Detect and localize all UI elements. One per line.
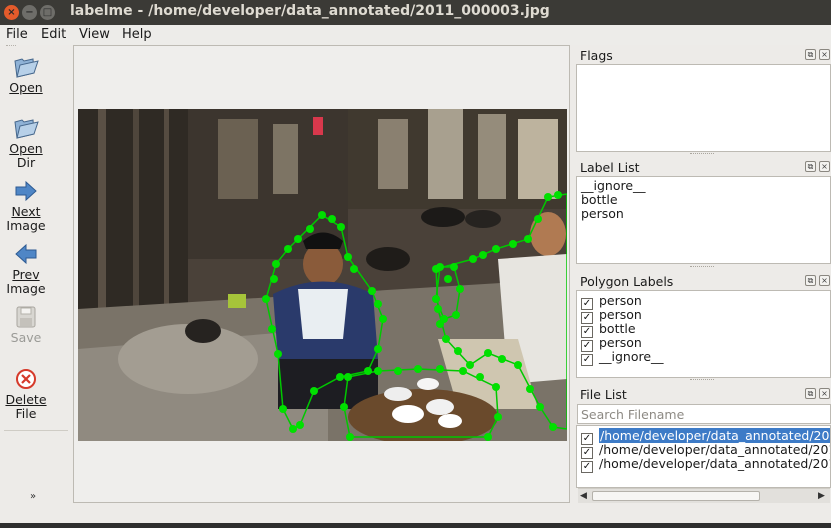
polygon-label-text: bottle [599, 321, 636, 336]
label-list-item[interactable]: __ignore__ [581, 178, 646, 193]
file-path: /home/developer/data_annotated/2011 [599, 456, 831, 471]
prev-image-button[interactable]: Prev Image [0, 242, 52, 296]
polygon-label-row[interactable]: ✓ person [581, 335, 642, 352]
polygon-label-text: person [599, 307, 642, 322]
dock-close-icon[interactable]: × [819, 275, 830, 286]
menu-bar: File Edit View Help [0, 25, 831, 45]
label-list-item[interactable]: bottle [581, 192, 618, 207]
polygon-label-row[interactable]: ✓ bottle [581, 321, 636, 338]
save-label: Save [10, 330, 42, 345]
file-list-item[interactable]: ✓/home/developer/data_annotated/2011 [581, 428, 830, 445]
dock-close-icon[interactable]: × [819, 388, 830, 399]
checkbox[interactable]: ✓ [581, 354, 593, 366]
open-button[interactable]: Open [0, 55, 52, 95]
close-icon: × [7, 7, 16, 18]
search-filename-input[interactable] [577, 404, 831, 424]
checkbox[interactable]: ✓ [581, 461, 593, 473]
file-list-item[interactable]: ✓/home/developer/data_annotated/2011 [581, 442, 831, 459]
polygon-labels-list: ✓ person ✓ person ✓ bottle ✓ person ✓ __ignor… [576, 290, 831, 378]
dock-float-icon[interactable]: ⧉ [805, 161, 816, 172]
delete-icon [16, 369, 36, 389]
menu-file[interactable]: File [6, 27, 28, 42]
arrow-right-icon [15, 180, 37, 202]
menu-edit[interactable]: Edit [41, 27, 66, 42]
dock-float-icon[interactable]: ⧉ [805, 388, 816, 399]
prev-image-label-line2: Image [6, 281, 46, 296]
dock-splitter[interactable] [690, 379, 714, 383]
title-bar: × − □ labelme - /home/developer/data_ann… [0, 0, 831, 25]
file-list-horizontal-scrollbar[interactable]: ◀ ▶ [578, 488, 830, 503]
polygon-label-text: __ignore__ [599, 349, 664, 364]
folder-open-icon [14, 119, 39, 139]
file-list-dock-buttons: ⧉ × [805, 388, 831, 400]
toolbar-divider [4, 430, 68, 431]
flags-dock-title: Flags [580, 48, 613, 63]
minimize-icon: − [25, 7, 34, 18]
flags-dock-buttons: ⧉ × [805, 49, 831, 61]
delete-file-label-line2: File [15, 406, 37, 421]
main-area: Open Open Dir Next Image Prev Image Save… [0, 45, 831, 523]
polygon-label-row[interactable]: ✓ __ignore__ [581, 349, 664, 366]
arrow-left-icon [15, 243, 37, 265]
scroll-left-icon[interactable]: ◀ [580, 491, 587, 501]
open-dir-label-line2: Dir [16, 155, 36, 170]
status-strip [0, 523, 831, 528]
delete-file-button[interactable]: Delete File [0, 367, 52, 421]
dock-splitter[interactable] [690, 153, 714, 157]
polygon-label-row[interactable]: ✓ person [581, 293, 642, 310]
label-list-dock-buttons: ⧉ × [805, 161, 831, 173]
flags-list[interactable] [576, 64, 831, 152]
toolbar: Open Open Dir Next Image Prev Image Save… [0, 45, 70, 503]
open-label: Open [9, 80, 43, 95]
dock-splitter[interactable] [690, 266, 714, 270]
polygon-labels-dock-buttons: ⧉ × [805, 275, 831, 287]
window-title: labelme - /home/developer/data_annotated… [70, 3, 550, 19]
image-canvas[interactable] [73, 45, 570, 503]
prev-image-label-line1: Prev [12, 267, 40, 282]
polygon-labels-dock-title: Polygon Labels [580, 274, 674, 289]
file-list-dock-title: File List [580, 387, 627, 402]
next-image-label-line1: Next [11, 204, 41, 219]
label-list-dock-title: Label List [580, 160, 640, 175]
file-path: /home/developer/data_annotated/2011 [599, 442, 831, 457]
scroll-right-icon[interactable]: ▶ [818, 491, 825, 501]
next-image-button[interactable]: Next Image [0, 179, 52, 233]
open-dir-button[interactable]: Open Dir [0, 116, 52, 170]
window-maximize-button[interactable]: □ [40, 5, 55, 20]
window-close-button[interactable]: × [4, 5, 19, 20]
file-list: ✓/home/developer/data_annotated/2011 ✓/h… [576, 425, 831, 488]
dock-close-icon[interactable]: × [819, 161, 830, 172]
folder-open-icon [14, 58, 39, 78]
next-image-label-line2: Image [6, 218, 46, 233]
annotated-photo[interactable] [78, 109, 567, 441]
toolbar-grip[interactable] [6, 45, 16, 50]
scrollbar-thumb[interactable] [592, 491, 760, 501]
file-list-item[interactable]: ✓ /home/developer/data_annotated/2011 [581, 456, 831, 473]
save-icon [16, 306, 36, 328]
save-button[interactable]: Save [0, 305, 52, 345]
maximize-icon: □ [42, 7, 53, 18]
dock-close-icon[interactable]: × [819, 49, 830, 60]
polygon-label-row[interactable]: ✓ person [581, 307, 642, 324]
dock-float-icon[interactable]: ⧉ [805, 49, 816, 60]
window-minimize-button[interactable]: − [22, 5, 37, 20]
open-dir-label-line1: Open [9, 141, 43, 156]
file-path: /home/developer/data_annotated/2011 [599, 428, 830, 443]
toolbar-more-button[interactable]: » [30, 491, 36, 502]
menu-view[interactable]: View [79, 27, 110, 42]
polygon-label-text: person [599, 293, 642, 308]
polygon-label-text: person [599, 335, 642, 350]
dock-float-icon[interactable]: ⧉ [805, 275, 816, 286]
menu-help[interactable]: Help [122, 27, 152, 42]
label-list-item[interactable]: person [581, 206, 624, 221]
delete-file-label-line1: Delete [5, 392, 47, 407]
label-list: __ignore__ bottle person [576, 176, 831, 264]
